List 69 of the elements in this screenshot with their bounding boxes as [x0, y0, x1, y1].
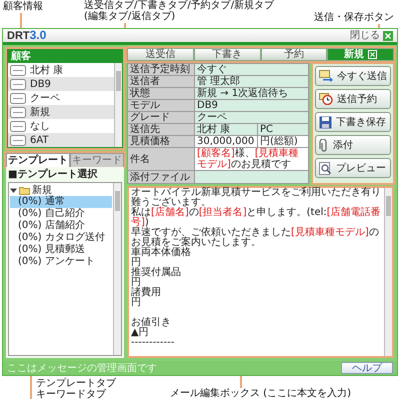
tab[interactable]: 新規	[327, 48, 394, 61]
form-label: 件名	[128, 148, 194, 170]
form-label: 送信予定時刻	[128, 64, 194, 76]
leader-line	[20, 13, 22, 28]
tree-item[interactable]: (0%) 通常	[10, 196, 112, 208]
form-label: グレード	[128, 112, 194, 124]
mail-body-field[interactable]: オートバイテル新車見積サービスをご利用いただき有り難うございます。 私は[店舗名]の[担当者名]と申します。(tel:[店舗電話番号]) 早速ですが、ご依頼いただきました[見積車種モデル]のお見積をご案内いたします。 車両本体価格 円 推奨付属品 円 諸費用 円 お値引き ▲円 ------------	[129, 188, 384, 356]
input-field[interactable]: 30,000,000	[194, 136, 258, 148]
leader-line	[30, 376, 32, 399]
action-button[interactable]: 今すぐ送信	[315, 66, 391, 86]
action-button[interactable]: 添付	[315, 135, 391, 155]
paperclip-icon	[319, 138, 329, 152]
action-button[interactable]: 下書き保存	[315, 112, 391, 132]
form-label: 状態	[128, 88, 194, 100]
caret-icon[interactable]	[10, 186, 17, 194]
form-value: 今すぐ	[194, 64, 308, 76]
tab[interactable]: キーワード	[70, 153, 124, 167]
close-icon[interactable]	[368, 50, 378, 59]
tab[interactable]: 下書き	[194, 48, 260, 61]
form-value: 北村 康	[194, 124, 258, 136]
customer-value: 新規	[30, 106, 50, 118]
form-value: 円(総額)	[258, 136, 308, 148]
form-label: 送信者	[128, 76, 194, 88]
action-button[interactable]: プレビュー	[315, 158, 391, 178]
envelope-arrow-icon	[319, 70, 333, 82]
form-value: 新規 → 1次返信待ち	[194, 88, 308, 100]
form-value: クーペ	[194, 112, 308, 124]
form-label: 見積価格	[128, 136, 194, 148]
customer-value: 北村 康	[30, 64, 64, 76]
form-label: モデル	[128, 100, 194, 112]
scrollbar[interactable]	[113, 183, 121, 355]
form-value: PC	[258, 124, 308, 136]
close-icon[interactable]	[383, 30, 393, 40]
form-label: 添付ファイル	[128, 170, 194, 184]
callout-label: テンプレートタブ キーワードタブ	[36, 378, 116, 400]
tree-item[interactable]: (0%) アンケート	[10, 256, 112, 268]
close-link[interactable]: 閉じる	[350, 30, 380, 41]
form-value: DB9	[194, 100, 308, 112]
clock-icon	[319, 93, 333, 105]
tab[interactable]: 送受信	[127, 48, 194, 61]
tab[interactable]: 予約	[260, 48, 328, 61]
tree-item[interactable]: (0%) カタログ送付	[10, 232, 112, 244]
app-logo: DRT3.0	[7, 28, 46, 42]
action-button[interactable]: 送信予約	[315, 89, 391, 109]
section-title: ■テンプレート選択	[8, 169, 98, 180]
scrollbar[interactable]	[114, 63, 122, 147]
form-label: 送信先	[128, 124, 194, 136]
customer-value: DB9	[30, 78, 51, 90]
magnifier-icon	[319, 162, 332, 174]
customer-value: クーペ	[30, 92, 60, 104]
status-message: ここはメッセージの管理画面です	[7, 362, 157, 374]
tree-item[interactable]: 新規	[32, 184, 52, 196]
help-button[interactable]: ヘルプ	[341, 362, 393, 374]
callout-label: 顧客情報	[3, 1, 43, 12]
customer-value: なし	[30, 120, 50, 132]
tree-item[interactable]: (0%) 自己紹介	[10, 208, 112, 220]
form-value: 管 理太郎	[194, 76, 308, 88]
tab[interactable]: テンプレート	[6, 153, 70, 167]
scrollbar[interactable]	[384, 188, 392, 356]
tree-item[interactable]: (0%) 見積郵送	[10, 244, 112, 256]
input-field[interactable]: [顧客名]様、[見積車種モデル]のお見積です	[194, 148, 308, 170]
attachment-field[interactable]	[194, 170, 308, 184]
tree-item[interactable]: (0%) 店舗紹介	[10, 220, 112, 232]
tag-icon	[10, 134, 26, 146]
callout-label: 送信・保存ボタン	[314, 12, 394, 23]
panel-header: 顧客	[8, 50, 122, 63]
customer-value: 6AT	[30, 134, 49, 146]
callout-label: メール編集ボックス (ここに本文を入力)	[170, 388, 351, 399]
leader-line	[240, 376, 242, 388]
